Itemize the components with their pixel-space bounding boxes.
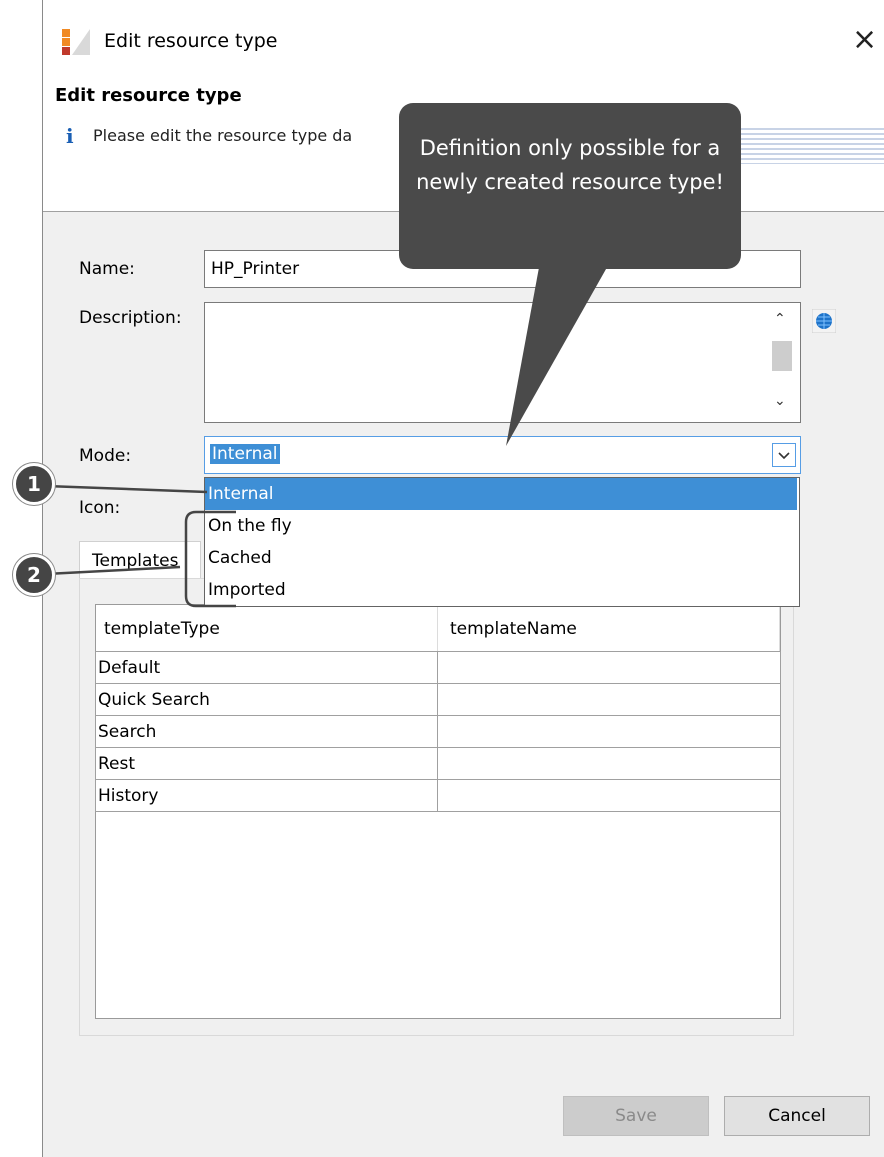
annotation-callout: Definition only possible for a newly cre… <box>399 103 741 269</box>
annotation-marker-1: 1 <box>13 463 55 505</box>
callout-pointer <box>506 262 610 446</box>
annotation-marker-2: 2 <box>13 554 55 596</box>
